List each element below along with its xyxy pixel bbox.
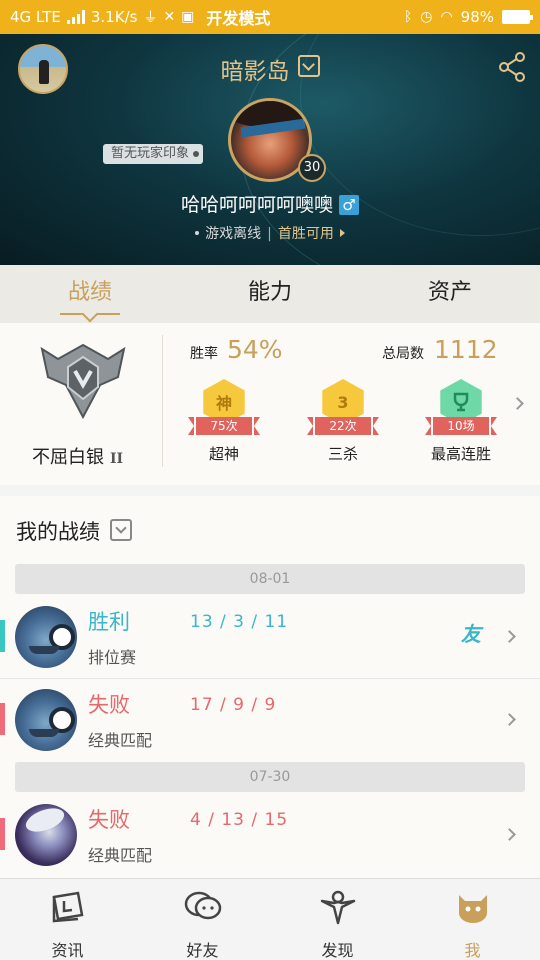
medal-count: 10场 [425, 417, 497, 435]
nav-label: 资讯 [51, 941, 84, 960]
champion-avatar [15, 606, 77, 668]
match-result: 失败 [88, 693, 130, 717]
rank-name: 不屈白银 II [32, 443, 123, 469]
total-games-value: 1112 [434, 335, 498, 364]
me-icon [458, 895, 487, 923]
status-bar: 4G LTE 3.1K/s ⏚ ✕ ▣ 开发模式 ᛒ ◷ ◠ 98% [0, 0, 540, 34]
alarm-icon: ◷ [420, 9, 433, 25]
win-rate-label: 胜率 [190, 346, 218, 362]
nav-discover[interactable]: 发现 [270, 879, 405, 960]
match-row[interactable]: 失败 经典匹配 4 / 13 / 15 [0, 794, 540, 877]
medal-name: 三杀 [327, 445, 358, 463]
chevron-down-icon [110, 519, 132, 541]
nav-me[interactable]: 我 [405, 879, 540, 960]
match-mode: 排位赛 [88, 648, 137, 667]
chevron-right-icon [503, 713, 516, 726]
medal-win-streak[interactable]: 10场 最高连胜 [421, 379, 501, 464]
silver-rank-emblem-icon [40, 343, 126, 420]
chevron-down-icon [297, 55, 320, 77]
match-kda: 13 / 3 / 11 [190, 612, 289, 632]
tools-icon: ✕ [163, 9, 176, 25]
separator: | [267, 226, 272, 242]
match-mode: 经典匹配 [88, 846, 153, 865]
rank-tier: II [110, 451, 124, 467]
total-games-label: 总局数 [382, 346, 424, 362]
network-type: 4G LTE [10, 8, 61, 26]
battery-percent: 98% [460, 8, 494, 26]
nav-news[interactable]: 资讯 [0, 879, 135, 960]
nav-friends[interactable]: 好友 [135, 879, 270, 960]
nickname-text: 哈哈呵呵呵呵噢噢 [180, 194, 333, 216]
match-row[interactable]: 胜利 排位赛 13 / 3 / 11 友 [0, 596, 540, 679]
nav-label: 我 [464, 941, 481, 960]
match-mode: 经典匹配 [88, 731, 153, 750]
medal-count: 75次 [188, 417, 260, 435]
friend-badge: 友 [461, 622, 481, 646]
friends-icon [184, 891, 221, 920]
tab-ability[interactable]: 能力 [180, 265, 360, 323]
level-badge: 30 [298, 154, 326, 182]
server-name: 暗影岛 [220, 59, 290, 85]
signal-icon [66, 10, 85, 24]
nav-label: 发现 [321, 941, 354, 960]
battery-icon [502, 10, 533, 24]
triangle-right-icon [339, 229, 345, 237]
male-icon: ♂ [339, 195, 359, 215]
bottom-navigation: 资讯 好友 发现 我 [0, 878, 540, 960]
match-result: 失败 [88, 808, 130, 832]
match-result: 胜利 [88, 610, 130, 634]
result-accent [0, 620, 5, 652]
wifi-icon: ◠ [440, 9, 453, 25]
profile-header: 暗影岛 暂无玩家印象 30 哈哈呵呵呵呵噢噢 ♂ 游戏离线 | 首胜可用 [0, 34, 540, 265]
profile-tabs: 战绩 能力 资产 [0, 265, 540, 323]
chevron-right-icon [503, 828, 516, 841]
champion-avatar [15, 804, 77, 866]
match-kda: 4 / 13 / 15 [190, 810, 289, 830]
medal-count: 22次 [307, 417, 379, 435]
medal-name: 最高连胜 [430, 445, 491, 463]
usb-icon: ⏚ [143, 10, 158, 26]
records-title[interactable]: 我的战绩 [16, 516, 132, 546]
status-dot-icon [195, 231, 200, 235]
news-icon [52, 891, 83, 923]
server-selector[interactable]: 暗影岛 [0, 52, 540, 86]
player-nickname: 哈哈呵呵呵呵噢噢 ♂ [0, 190, 540, 217]
app-notification-icon: ▣ [181, 9, 195, 25]
champion-avatar [15, 689, 77, 751]
tab-record[interactable]: 战绩 [0, 265, 180, 323]
player-impression-tag[interactable]: 暂无玩家印象 [103, 144, 204, 164]
win-rate-value: 54% [227, 335, 283, 364]
online-status[interactable]: 游戏离线 | 首胜可用 [0, 223, 540, 243]
network-speed: 3.1K/s [90, 8, 138, 26]
chevron-right-icon[interactable] [511, 397, 524, 410]
date-divider: 08-01 [15, 564, 525, 594]
medal-legendary[interactable]: 神 75次 超神 [184, 379, 264, 464]
share-icon[interactable] [498, 52, 526, 82]
first-win-text: 首胜可用 [277, 226, 334, 242]
medal-name: 超神 [208, 445, 239, 463]
tab-assets[interactable]: 资产 [360, 265, 540, 323]
developer-mode-label: 开发模式 [206, 9, 271, 28]
vertical-divider [162, 335, 163, 467]
result-accent [0, 818, 5, 850]
my-records-section: 我的战绩 08-01 胜利 排位赛 13 / 3 / 11 友 失败 经典匹配 … [0, 496, 540, 878]
result-accent [0, 703, 5, 735]
records-title-text: 我的战绩 [16, 520, 100, 544]
discover-icon [320, 890, 355, 925]
status-text: 游戏离线 [205, 226, 262, 242]
medal-triple-kill[interactable]: 3 22次 三杀 [303, 379, 383, 464]
rank-title: 不屈白银 [32, 447, 104, 468]
rank-panel[interactable]: 不屈白银 II 胜率 54% 总局数 1112 神 75次 超神 3 22次 三杀… [0, 323, 540, 485]
date-divider: 07-30 [15, 762, 525, 792]
chevron-right-icon [503, 630, 516, 643]
nav-label: 好友 [186, 941, 219, 960]
match-kda: 17 / 9 / 9 [190, 695, 277, 715]
match-row[interactable]: 失败 经典匹配 17 / 9 / 9 [0, 679, 540, 762]
bluetooth-icon: ᛒ [403, 9, 413, 25]
